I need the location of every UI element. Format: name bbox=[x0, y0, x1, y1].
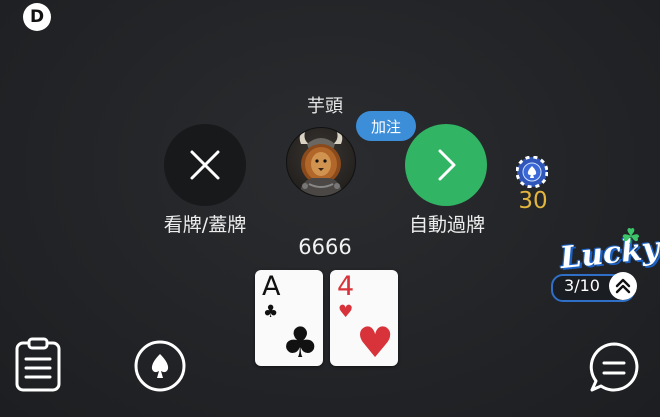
hole-card: A ♣ ♣ bbox=[255, 270, 323, 366]
close-icon bbox=[190, 150, 220, 180]
club-icon: ♣ bbox=[263, 302, 279, 322]
lucky-progress: 3/10 bbox=[564, 276, 600, 295]
poker-chip-icon bbox=[516, 156, 548, 188]
double-chevron-up-icon bbox=[615, 278, 631, 294]
heart-icon: ♥ bbox=[338, 302, 354, 322]
bet-amount: 30 bbox=[518, 188, 548, 214]
lion-viking-avatar-icon bbox=[299, 132, 343, 196]
chevron-right-icon bbox=[438, 149, 456, 181]
chat-icon[interactable] bbox=[587, 340, 641, 396]
fold-label: 看牌/蓋牌 bbox=[163, 214, 247, 236]
heart-icon: ♥ bbox=[356, 318, 394, 367]
lucky-expand-button[interactable] bbox=[609, 272, 637, 300]
card-rank: A bbox=[262, 271, 281, 302]
card-rank: 4 bbox=[337, 271, 355, 302]
club-icon: ♣ bbox=[281, 318, 319, 367]
clover-icon: ☘ bbox=[621, 225, 641, 250]
action-bubble: 加注 bbox=[356, 111, 416, 141]
auto-check-button[interactable] bbox=[405, 124, 487, 206]
fold-button[interactable] bbox=[164, 124, 246, 206]
player-name: 芋頭 bbox=[307, 96, 343, 117]
player-avatar[interactable] bbox=[286, 127, 356, 197]
hole-card: 4 ♥ ♥ bbox=[330, 270, 398, 366]
lucky-title[interactable]: Lucky bbox=[558, 231, 660, 276]
spade-icon[interactable] bbox=[133, 339, 187, 393]
dealer-button: D bbox=[23, 3, 51, 31]
player-chip-count: 6666 bbox=[298, 235, 352, 259]
history-icon[interactable] bbox=[14, 337, 62, 393]
auto-check-label: 自動過牌 bbox=[408, 214, 485, 236]
